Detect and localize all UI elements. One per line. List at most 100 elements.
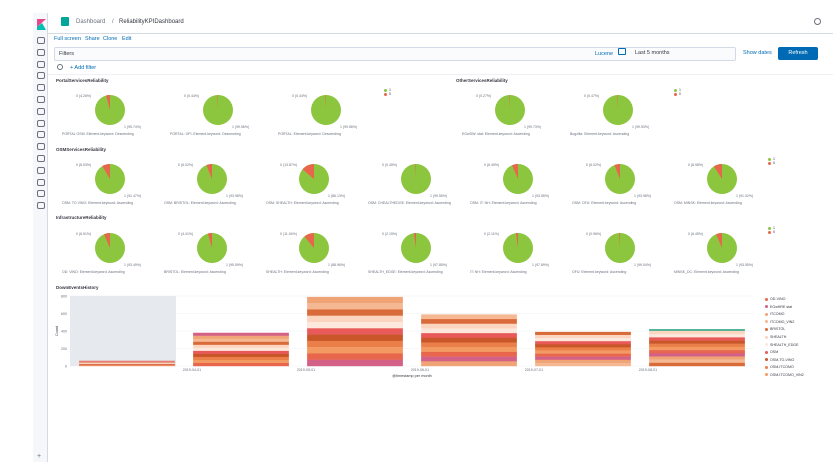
bar-segment: [307, 328, 403, 335]
calendar-icon[interactable]: [618, 48, 626, 55]
pie-panel-infra-5[interactable]: 0 (0.96%) 1 (99.04%) OFU: Element.keyword:…: [568, 226, 668, 281]
discover-icon[interactable]: [37, 48, 45, 56]
pie-chart: [299, 233, 329, 263]
chart-legend-item[interactable]: ITCOMO: [765, 311, 804, 319]
management-icon[interactable]: [37, 202, 45, 210]
apm-icon[interactable]: [37, 143, 45, 151]
pie-caption: IT: NH: Element.keyword: Ascending: [470, 270, 527, 274]
chart-legend-item[interactable]: OSM-ITCOMO: [765, 364, 804, 372]
legend-series-label: OSM-ITCOMO: [770, 365, 794, 370]
date-range[interactable]: Last 5 months: [635, 50, 670, 56]
pie-panel-other-0[interactable]: 0 (0.27%) 1 (99.73%) EGwDW: stat: Element.…: [458, 88, 558, 143]
collapse-icon[interactable]: +: [37, 453, 41, 460]
chart-legend-item[interactable]: SHEALTH: [765, 334, 804, 342]
legend-swatch-icon: [765, 305, 768, 309]
edit-link[interactable]: Edit: [122, 36, 131, 42]
pie-panel-osm-5[interactable]: 0 (6.02%) 1 (93.98%) OSM: OFU: Element.key…: [568, 157, 668, 212]
section-portal-title: PortalServicesReliability: [56, 78, 109, 83]
y-tick-label: 0: [65, 365, 67, 369]
monitoring-icon[interactable]: [37, 190, 45, 198]
breadcrumb-dashboard[interactable]: Dashboard: [76, 19, 105, 25]
dev-tools-icon[interactable]: [37, 178, 45, 186]
pie-label-zero: 0 (8.53%): [76, 163, 92, 167]
bar-segment: [649, 362, 745, 367]
bar-segment: [307, 340, 403, 348]
siem-icon[interactable]: [37, 166, 45, 174]
legend-series-label: SHEALTH_EDGE: [770, 342, 799, 347]
chart-legend-item[interactable]: OSM-TO-VINO: [765, 357, 804, 365]
pie-legend[interactable]: 10: [768, 226, 775, 234]
pie-panel-infra-6[interactable]: 0 (6.45%) 1 (93.55%) MINSK_DC: Element.key…: [670, 226, 770, 281]
chart-legend-item[interactable]: OSM-ITCOMO_VIN2: [765, 372, 804, 380]
bar-segment: [421, 361, 517, 367]
pie-caption: OFU: Element.keyword: Ascending: [572, 270, 627, 274]
pie-caption: OSM: BRISTOL: Element.keyword: Ascending: [164, 201, 236, 205]
pie-chart: [95, 233, 125, 263]
clock-icon[interactable]: [37, 37, 45, 44]
show-dates-link[interactable]: Show dates: [743, 50, 772, 56]
out-of-range-region: [70, 296, 176, 366]
pie-panel-osm-1[interactable]: 0 (6.02%) 1 (93.98%) OSM: BRISTOL: Element…: [160, 157, 260, 212]
gear-icon[interactable]: [814, 18, 821, 25]
refresh-button[interactable]: Refresh: [778, 47, 818, 60]
pie-panel-portal-0[interactable]: 0 (4.26%) 1 (95.74%) PORTAL OSM: Element.k…: [58, 88, 158, 143]
bar-segment: [535, 344, 631, 348]
share-link[interactable]: Share: [85, 36, 100, 42]
visualize-icon[interactable]: [37, 60, 45, 68]
pie-panel-osm-2[interactable]: 0 (13.87%) 1 (86.13%) OSM: SHEALTH: Elemen…: [262, 157, 362, 212]
pie-panel-infra-3[interactable]: 0 (2.15%) 1 (97.85%) SHEALTH_EDGE: Element…: [364, 226, 464, 281]
logs-icon[interactable]: [37, 131, 45, 139]
pie-chart: [95, 95, 125, 125]
search-input[interactable]: Filters Lucene: [54, 47, 736, 61]
dashboard-icon[interactable]: [37, 72, 45, 80]
pie-panel-infra-4[interactable]: 0 (2.11%) 1 (97.89%) IT: NH: Element.keywo…: [466, 226, 566, 281]
chart-legend-item[interactable]: ITCOMO_VIN2: [765, 319, 804, 327]
top-nav: Dashboard / ReliabilityKPIDashboard: [48, 13, 833, 34]
pie-label-zero: 0 (8.98%): [688, 163, 704, 167]
maps-icon[interactable]: [37, 96, 45, 103]
pie-panel-other-1[interactable]: 0 (0.47%) 1 (99.53%) Bugzilla: Element.key…: [566, 88, 666, 143]
lucene-toggle[interactable]: Lucene: [595, 51, 613, 57]
full-screen-link[interactable]: Full screen: [54, 36, 81, 42]
pie-chart: [603, 95, 633, 125]
pie-panel-osm-3[interactable]: 0 (0.45%) 1 (99.55%) OSM: CHEALTHEDGE: Ele…: [364, 157, 464, 212]
kibana-logo-icon[interactable]: [37, 17, 46, 30]
uptime-icon[interactable]: [37, 155, 45, 162]
pie-panel-infra-0[interactable]: 0 (6.51%) 1 (93.49%) OD: VINO: Element.key…: [58, 226, 158, 281]
filter-settings-icon[interactable]: [57, 64, 63, 70]
bar-segment: [421, 328, 517, 334]
legend-series-label: OSM-ITCOMO_VIN2: [770, 372, 804, 377]
bar-segment: [307, 347, 403, 354]
app-icon[interactable]: [61, 17, 69, 26]
pie-panel-infra-1[interactable]: 0 (4.41%) 1 (95.59%) BRISTOL: Element.keyw…: [160, 226, 260, 281]
clone-link[interactable]: Clone: [103, 36, 117, 42]
infrastructure-icon[interactable]: [37, 119, 45, 127]
pie-label-one: 1 (99.73%): [524, 125, 542, 129]
chart-legend-item[interactable]: BRISTOL: [765, 326, 804, 334]
chart-legend-item[interactable]: OD-VINO: [765, 296, 804, 304]
legend-swatch-icon: [765, 320, 768, 324]
pie-panel-infra-2[interactable]: 0 (11.04%) 1 (88.96%) SHEALTH: Element.key…: [262, 226, 362, 281]
chart-legend-item[interactable]: EGwHRE stat: [765, 304, 804, 312]
bar-segment: [307, 334, 403, 342]
pie-panel-portal-1[interactable]: 0 (0.44%) 1 (99.56%) PORTAL: OFI: Element.…: [166, 88, 266, 143]
pie-legend[interactable]: 10: [384, 88, 391, 96]
pie-label-zero: 0 (0.96%): [586, 232, 602, 236]
pie-panel-portal-2[interactable]: 0 (0.44%) 1 (99.56%) PORTAL: Element.keywo…: [274, 88, 374, 143]
pie-label-zero: 0 (6.45%): [484, 163, 500, 167]
canvas-icon[interactable]: [37, 84, 45, 92]
pie-chart: [401, 164, 431, 194]
pie-legend[interactable]: 10: [768, 157, 775, 165]
pie-caption: PORTAL: Element.keyword: Descending: [278, 132, 341, 136]
chart-legend-item[interactable]: OSM: [765, 349, 804, 357]
pie-caption: SHEALTH_EDGE: Element.keyword: Ascending: [368, 270, 443, 274]
pie-panel-osm-4[interactable]: 0 (6.45%) 1 (93.55%) OSM: IT: NH: Element.…: [466, 157, 566, 212]
pie-panel-osm-6[interactable]: 0 (8.98%) 1 (91.02%) OSM: MINSK: Element.k…: [670, 157, 770, 212]
pie-legend[interactable]: 10: [674, 88, 681, 96]
chart-legend-item[interactable]: SHEALTH_EDGE: [765, 342, 804, 350]
add-filter-button[interactable]: + Add filter: [70, 65, 96, 71]
pie-caption: OSM: IT: NH: Element.keyword: Ascending: [470, 201, 537, 205]
ml-icon[interactable]: [37, 107, 45, 115]
pie-caption: PORTAL OSM: Element.keyword: Descending: [62, 132, 134, 136]
pie-panel-osm-0[interactable]: 0 (8.53%) 1 (91.47%) OSM: TO VINO: Element…: [58, 157, 158, 212]
